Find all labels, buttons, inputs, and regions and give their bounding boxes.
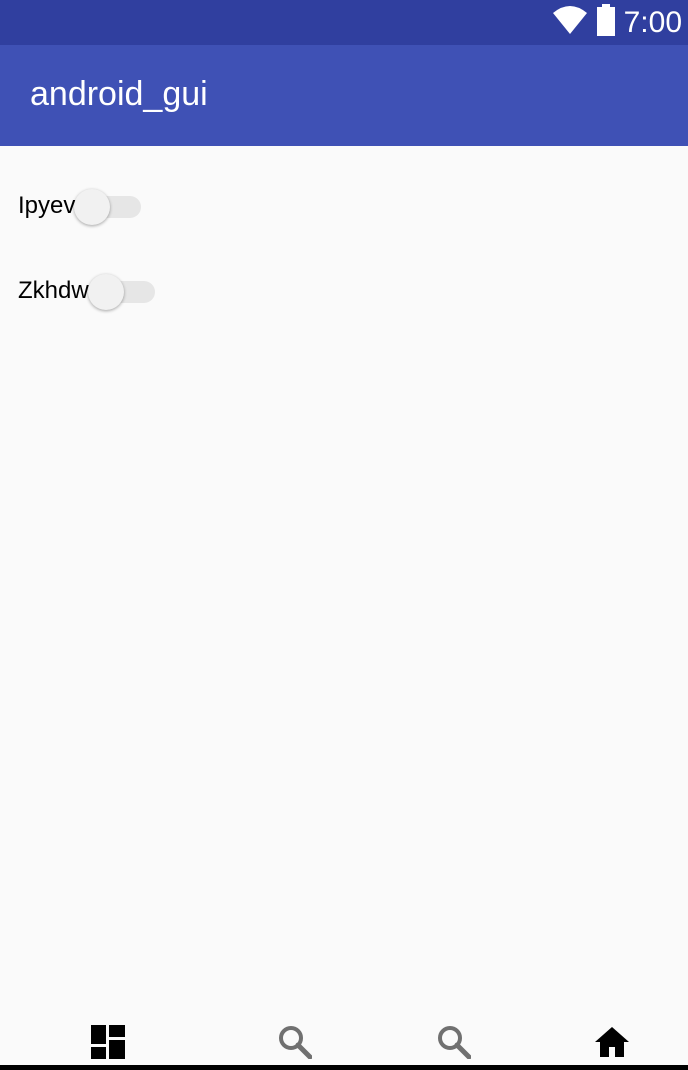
switch-thumb	[87, 274, 124, 310]
nav-search-button-2[interactable]	[432, 1024, 476, 1064]
status-bar: 7:00	[0, 0, 688, 45]
toggle-label: Ipyev	[18, 192, 76, 219]
nav-dashboard-button[interactable]	[86, 1024, 130, 1064]
ipyev-switch[interactable]	[74, 186, 142, 226]
bottom-divider	[0, 1065, 688, 1070]
dashboard-icon	[91, 1024, 125, 1064]
search-icon	[278, 1025, 313, 1064]
nav-search-button[interactable]	[273, 1024, 317, 1064]
screen: 7:00 android_gui Ipyev Zkhdw	[0, 0, 688, 1070]
status-indicators: 7:00	[552, 0, 682, 45]
search-icon	[437, 1025, 472, 1064]
toggle-label: Zkhdw	[18, 277, 89, 304]
bottom-navigation	[0, 1010, 688, 1065]
status-time: 7:00	[623, 5, 682, 39]
battery-icon	[596, 4, 616, 41]
app-title: android_gui	[30, 75, 208, 113]
nav-home-button[interactable]	[590, 1024, 634, 1064]
switch-thumb	[74, 189, 111, 225]
zkhdw-switch[interactable]	[87, 271, 155, 311]
app-bar: android_gui	[0, 45, 688, 146]
home-icon	[594, 1026, 630, 1063]
toggle-row-ipyev: Ipyev	[18, 186, 142, 226]
wifi-icon	[552, 5, 588, 40]
toggle-row-zkhdw: Zkhdw	[18, 271, 155, 311]
